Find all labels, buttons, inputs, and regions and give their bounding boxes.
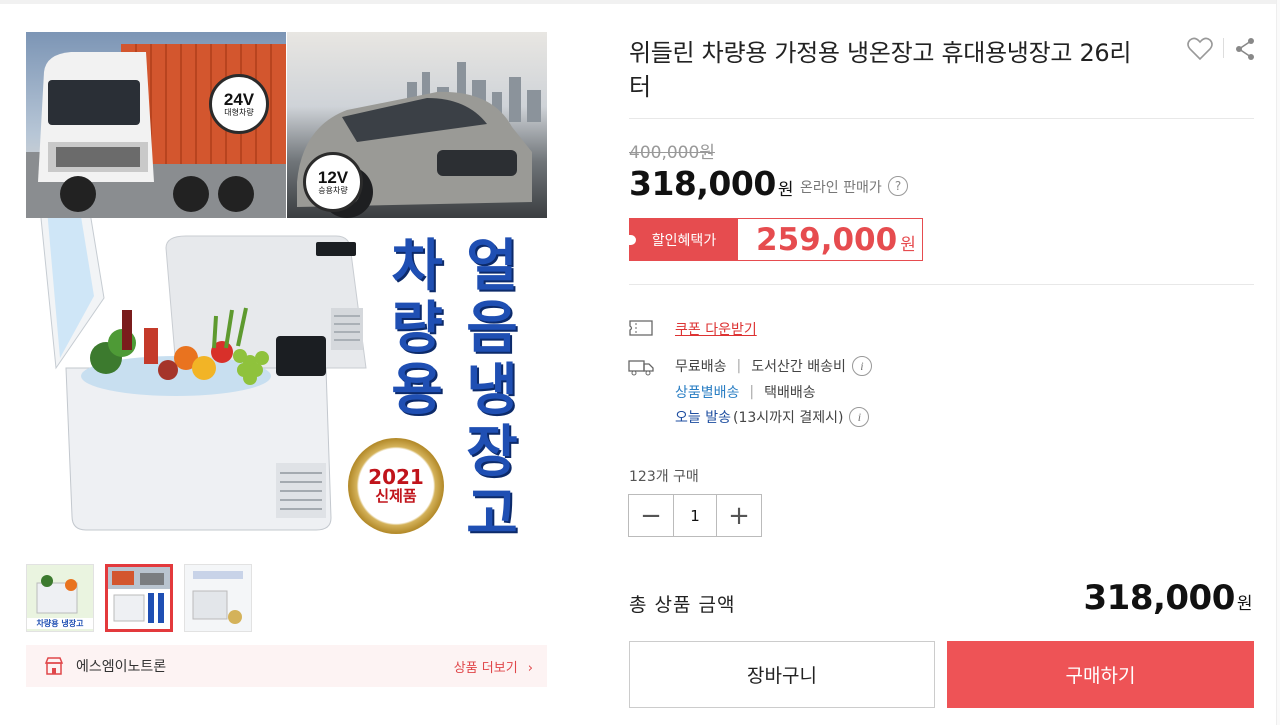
- coupon-download-link[interactable]: 쿠폰 다운받기: [675, 319, 757, 339]
- truck-icon: [628, 359, 654, 376]
- product-title: 위들린 차량용 가정용 냉온장고 휴대용냉장고 26리터: [629, 39, 1132, 101]
- plus-icon: +: [728, 500, 750, 531]
- share-icon[interactable]: [1234, 37, 1256, 61]
- total-price-value: 318,000: [1083, 578, 1236, 618]
- currency: 원: [900, 235, 916, 255]
- island-shipping-fee: 도서산간 배송비: [751, 359, 846, 375]
- quantity-input[interactable]: 1: [673, 495, 717, 536]
- sale-price: 318,000 원: [629, 164, 793, 203]
- shipping-row-3: 오늘 발송 (13시까지 결제시) i: [675, 407, 870, 427]
- increase-button[interactable]: +: [717, 495, 761, 536]
- divider: [629, 284, 1254, 285]
- vertical-char: 고: [466, 482, 518, 543]
- badge-24v: 24V 대형차량: [209, 74, 269, 134]
- voltage-24v: 24V: [223, 89, 255, 109]
- separator: |: [749, 384, 755, 400]
- original-price: 400,000원: [629, 143, 715, 163]
- badge-12v: 12V 승용차량: [303, 152, 363, 212]
- seller-more-link[interactable]: 상품 더보기 ›: [454, 657, 533, 676]
- icon-divider: [1223, 38, 1224, 58]
- sale-price-value: 318,000: [629, 164, 776, 203]
- separator: |: [736, 358, 742, 374]
- vertical-char: 차: [391, 234, 443, 299]
- divider: [629, 118, 1254, 119]
- same-day-note: (13시까지 결제시): [732, 410, 844, 426]
- thumbnail-2[interactable]: [105, 564, 173, 632]
- minus-icon: −: [640, 500, 662, 531]
- vertical-char: 얼: [466, 234, 518, 299]
- seller-name[interactable]: 에스엠이노트론: [76, 656, 454, 676]
- discount-label: 할인혜택가: [629, 219, 738, 260]
- discount-price-value: 259,000: [756, 221, 898, 258]
- parcel-shipping: 택배배송: [764, 385, 816, 401]
- online-price-label: 온라인 판매가: [800, 180, 882, 196]
- thumbnail-strip: 차량용 냉장고: [26, 564, 252, 632]
- new-product-seal: 2021 신제품: [348, 438, 444, 534]
- currency: 원: [777, 180, 794, 200]
- seal-year: 2021: [368, 465, 424, 489]
- coupon-icon: [629, 320, 653, 336]
- thumbnail-1[interactable]: 차량용 냉장고: [26, 564, 94, 632]
- thumbnail-3[interactable]: [184, 564, 252, 632]
- seller-bar[interactable]: 에스엠이노트론 상품 더보기 ›: [26, 645, 547, 687]
- info-icon[interactable]: i: [849, 407, 870, 427]
- same-day-shipping: 오늘 발송: [675, 410, 731, 426]
- vertical-char: 음: [466, 296, 518, 361]
- currency: 원: [1236, 594, 1253, 614]
- fridge-photo: 차 량 용 얼 음 냉 장 고 2021 신제품: [26, 218, 547, 542]
- vertical-title-col1: 차 량 용: [382, 236, 452, 422]
- car-photo: 12V 승용차량: [287, 32, 547, 218]
- buy-button[interactable]: 구매하기: [947, 641, 1254, 708]
- per-product-shipping[interactable]: 상품별배송: [675, 382, 739, 402]
- vertical-char: 냉: [466, 358, 518, 423]
- total-price: 318,000 원: [1084, 578, 1253, 618]
- discount-price: 259,000 원: [738, 219, 922, 260]
- help-icon[interactable]: ?: [888, 176, 908, 196]
- vertical-char: 용: [391, 358, 443, 423]
- quantity-stepper: − 1 +: [628, 494, 762, 537]
- sold-count: 123개 구매: [629, 469, 699, 485]
- total-label: 총 상품 금액: [629, 594, 736, 616]
- seller-more-label: 상품 더보기: [453, 660, 518, 676]
- info-icon[interactable]: i: [851, 356, 872, 376]
- shipping-row-2: 상품별배송 | 택배배송: [675, 382, 816, 402]
- car-label: 승용차량: [318, 185, 348, 195]
- top-divider: [0, 0, 1280, 4]
- vertical-char: 량: [391, 296, 443, 361]
- seal-text: 신제품: [375, 487, 417, 505]
- decrease-button[interactable]: −: [629, 495, 673, 536]
- product-main-image[interactable]: 24V 대형차량 12V 승용차량 차 량 용 얼 음 냉 장 고 2021 신…: [26, 32, 547, 542]
- shipping-row-1: 무료배송 | 도서산간 배송비 i: [675, 356, 872, 376]
- discount-box: 할인혜택가 259,000 원: [629, 218, 923, 261]
- heart-icon[interactable]: [1187, 37, 1213, 61]
- store-icon: [44, 657, 64, 675]
- truck-photo: 24V 대형차량: [26, 32, 286, 218]
- thumbnail-caption: 차량용 냉장고: [27, 618, 93, 629]
- voltage-12v: 12V: [317, 167, 349, 187]
- page-edge: [1276, 0, 1280, 725]
- vertical-char: 장: [466, 420, 518, 485]
- free-shipping: 무료배송: [675, 359, 727, 375]
- chevron-right-icon: ›: [527, 660, 533, 676]
- truck-label: 대형차량: [224, 107, 254, 117]
- vertical-title-col2: 얼 음 냉 장 고: [457, 234, 527, 543]
- cart-button[interactable]: 장바구니: [629, 641, 935, 708]
